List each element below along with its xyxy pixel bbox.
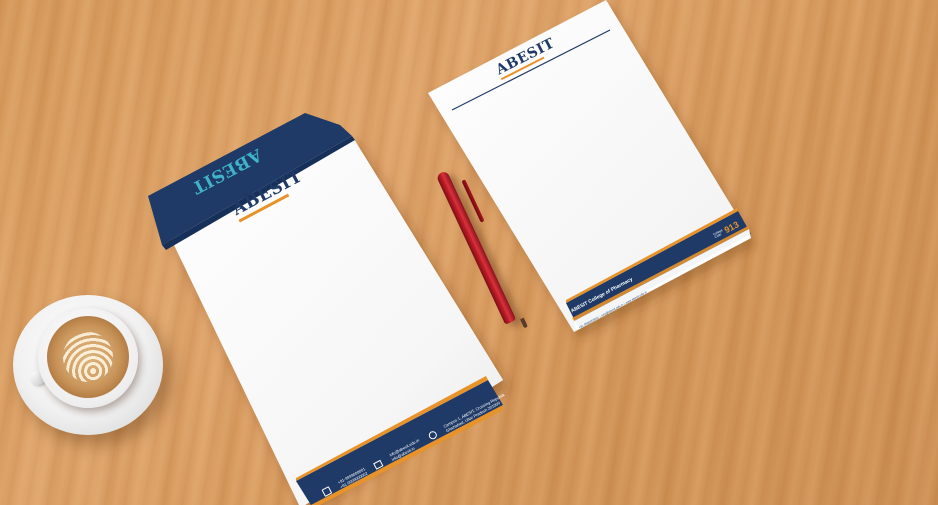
college-code-label: College Code xyxy=(712,228,724,240)
letterhead xyxy=(428,0,751,332)
desk-scene: ABESIT ABESIT +91-9999000001 +91-9999000… xyxy=(0,0,938,505)
